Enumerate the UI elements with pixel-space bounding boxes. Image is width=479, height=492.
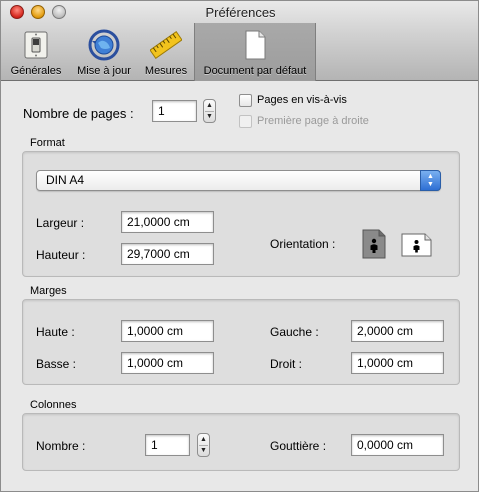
update-globe-icon [88, 29, 120, 61]
facing-pages-label: Pages en vis-à-vis [257, 94, 347, 106]
stepper-down-icon[interactable]: ▼ [198, 445, 209, 456]
landscape-icon [401, 233, 432, 257]
ruler-icon [149, 29, 183, 61]
column-count-field[interactable]: 1 [145, 434, 190, 456]
stepper-up-icon[interactable]: ▲ [204, 100, 215, 111]
margin-top-field[interactable]: 1,0000 cm [121, 320, 214, 342]
width-field[interactable]: 21,0000 cm [121, 211, 214, 233]
toolbar-item-generales[interactable]: Générales [5, 23, 67, 81]
chevron-updown-icon: ▲ ▼ [420, 170, 441, 191]
window-title: Préférences [205, 5, 276, 20]
height-field[interactable]: 29,7000 cm [121, 243, 214, 265]
column-count-label: Nombre : [36, 439, 86, 453]
format-group: DIN A4 ▲ ▼ Largeur : 21,0000 cm Hauteur :… [22, 151, 460, 277]
document-defaults-pane: Nombre de pages : 1 ▲ ▼ Pages en vis-à-v… [1, 82, 478, 491]
pages-count-stepper[interactable]: ▲ ▼ [203, 99, 216, 123]
margin-left-field[interactable]: 2,0000 cm [351, 320, 444, 342]
landscape-orientation-button[interactable] [401, 233, 432, 257]
toolbar-item-mesures[interactable]: Mesures [141, 23, 191, 81]
document-icon [239, 29, 271, 61]
columns-group-title: Colonnes [30, 399, 77, 411]
gutter-field[interactable]: 0,0000 cm [351, 434, 444, 456]
margins-group-title: Marges [30, 285, 67, 297]
toolbar-item-label: Document par défaut [203, 65, 307, 77]
pages-count-field[interactable]: 1 [152, 100, 197, 122]
margin-top-label: Haute : [36, 325, 75, 339]
toolbar-item-document-par-defaut[interactable]: Document par défaut [194, 23, 316, 81]
preferences-window: Préférences Générales Mise à jour Mesure… [0, 0, 479, 492]
paper-size-value: DIN A4 [46, 173, 85, 187]
portrait-orientation-button[interactable] [362, 229, 386, 259]
stepper-up-icon[interactable]: ▲ [198, 434, 209, 445]
column-count-stepper[interactable]: ▲ ▼ [197, 433, 210, 457]
orientation-label: Orientation : [270, 237, 336, 251]
format-group-title: Format [30, 137, 65, 149]
margin-right-field[interactable]: 1,0000 cm [351, 352, 444, 374]
pages-count-label: Nombre de pages : [23, 106, 134, 121]
toolbar-item-label: Mise à jour [77, 65, 131, 77]
stepper-down-icon[interactable]: ▼ [204, 111, 215, 122]
portrait-icon [362, 229, 386, 259]
first-page-right-checkbox[interactable] [239, 115, 252, 128]
margin-bottom-label: Basse : [36, 357, 77, 371]
margins-group: Haute : 1,0000 cm Basse : 1,0000 cm Gauc… [22, 299, 460, 385]
columns-group: Nombre : 1 ▲ ▼ Gouttière : 0,0000 cm [22, 413, 460, 471]
margin-left-label: Gauche : [270, 325, 319, 339]
first-page-right-label: Première page à droite [257, 115, 369, 127]
title-bar: Préférences Générales Mise à jour Mesure… [1, 1, 478, 81]
toolbar-item-label: Mesures [144, 65, 188, 77]
height-label: Hauteur : [36, 248, 86, 262]
facing-pages-checkbox[interactable] [239, 94, 252, 107]
light-switch-icon [20, 29, 52, 61]
toolbar-item-label: Générales [10, 65, 62, 77]
gutter-label: Gouttière : [270, 439, 327, 453]
margin-bottom-field[interactable]: 1,0000 cm [121, 352, 214, 374]
toolbar-item-mise-a-jour[interactable]: Mise à jour [69, 23, 139, 81]
paper-size-select[interactable]: DIN A4 ▲ ▼ [36, 170, 441, 191]
margin-right-label: Droit : [270, 357, 303, 371]
width-label: Largeur : [36, 216, 85, 230]
